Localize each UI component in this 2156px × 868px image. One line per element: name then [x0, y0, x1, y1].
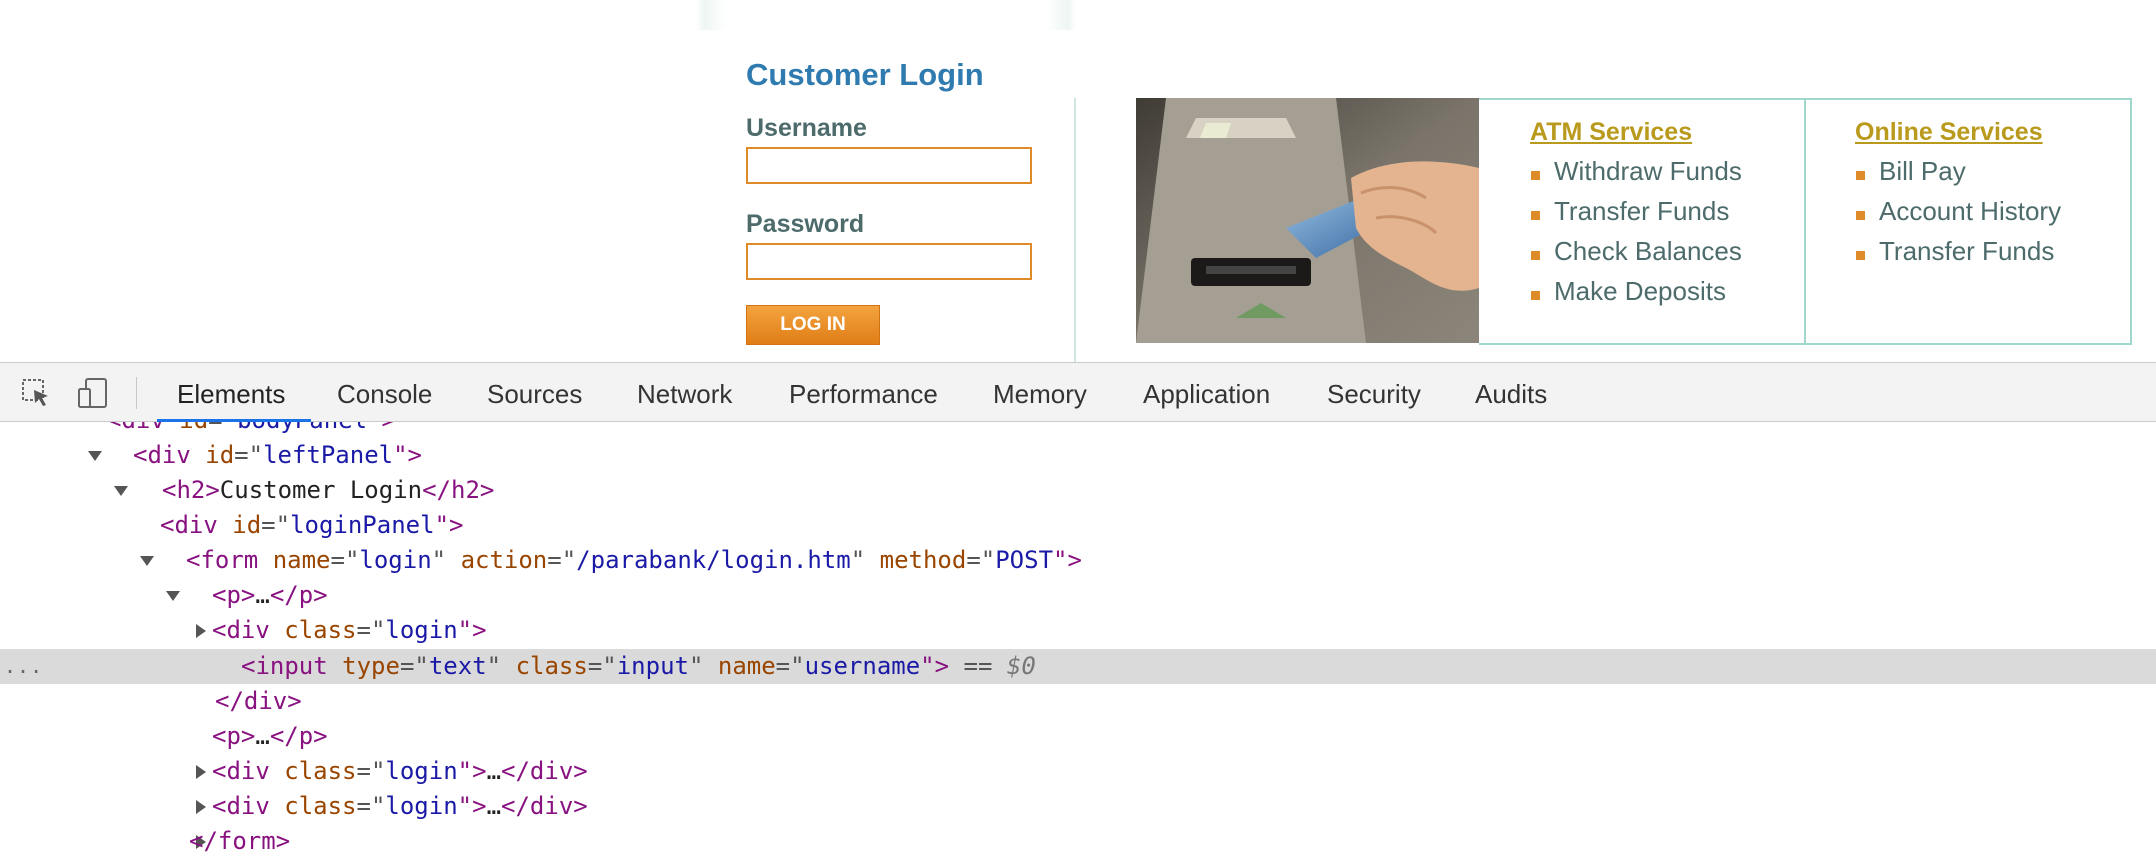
- online-bill-pay-link[interactable]: Bill Pay: [1879, 156, 1966, 187]
- bullet-icon: [1856, 211, 1865, 220]
- online-account-history-link[interactable]: Account History: [1879, 196, 2061, 227]
- bullet-icon: [1531, 171, 1540, 180]
- devtools-tabbar: Elements Console Sources Network Perform…: [0, 362, 2156, 422]
- inspect-element-icon[interactable]: [20, 377, 52, 414]
- dom-node-p-collapsed[interactable]: <p>…</p>: [0, 578, 2156, 638]
- atm-card-image: [1136, 98, 1479, 343]
- bullet-icon: [1856, 251, 1865, 260]
- services-box: ATM Services Withdraw Funds Transfer Fun…: [1479, 98, 2132, 345]
- web-page: Customer Login Username Password LOG IN: [0, 0, 2156, 362]
- more-options-icon[interactable]: ...: [4, 649, 43, 684]
- tab-security[interactable]: Security: [1327, 363, 1421, 421]
- tab-elements[interactable]: Elements: [177, 363, 285, 421]
- dom-node-form[interactable]: <form name="login" action="/parabank/log…: [0, 543, 2156, 601]
- tab-console[interactable]: Console: [337, 363, 432, 421]
- tab-application[interactable]: Application: [1143, 363, 1270, 421]
- bullet-icon: [1531, 251, 1540, 260]
- dom-node-div-login[interactable]: <div class="login">: [0, 613, 2156, 671]
- dom-node-div-close[interactable]: </div>: [0, 684, 2156, 719]
- online-services-link[interactable]: Online Services: [1855, 118, 2043, 147]
- dom-node-bodypanel[interactable]: <div id="bodyPanel">: [0, 422, 2156, 461]
- toolbar-separator: [136, 377, 137, 409]
- dom-tree: <div id="bodyPanel"> <div id="leftPanel"…: [0, 422, 2156, 868]
- online-services-column: Online Services Bill Pay Account History…: [1804, 100, 2130, 343]
- bullet-icon: [1856, 171, 1865, 180]
- header-shadow: [696, 0, 1076, 30]
- device-toolbar-icon[interactable]: [76, 377, 110, 414]
- panel-divider: [1074, 98, 1076, 362]
- atm-services-column: ATM Services Withdraw Funds Transfer Fun…: [1479, 100, 1805, 343]
- atm-services-link[interactable]: ATM Services: [1530, 118, 1692, 147]
- atm-make-deposits-link[interactable]: Make Deposits: [1554, 276, 1726, 307]
- dom-node-h2[interactable]: <h2>Customer Login</h2>: [0, 473, 2156, 508]
- dom-node-form-close[interactable]: </form>: [0, 824, 2156, 859]
- tab-sources[interactable]: Sources: [487, 363, 582, 421]
- dom-node-input-selected[interactable]: ... <input type="text" class="input" nam…: [0, 649, 2156, 684]
- dom-node-div-login-collapsed[interactable]: <div class="login">…</div>: [0, 789, 2156, 849]
- devtools-panel: Elements Console Sources Network Perform…: [0, 362, 2156, 868]
- login-button[interactable]: LOG IN: [746, 305, 880, 345]
- login-title: Customer Login: [746, 57, 984, 92]
- bullet-icon: [1531, 291, 1540, 300]
- atm-check-balances-link[interactable]: Check Balances: [1554, 236, 1742, 267]
- dom-node-leftpanel[interactable]: <div id="leftPanel">: [0, 438, 2156, 496]
- atm-withdraw-funds-link[interactable]: Withdraw Funds: [1554, 156, 1742, 187]
- password-label: Password: [746, 210, 865, 238]
- bullet-icon: [1531, 211, 1540, 220]
- tab-audits[interactable]: Audits: [1475, 363, 1547, 421]
- dom-node-div-login-collapsed[interactable]: <div class="login">…</div>: [0, 754, 2156, 814]
- password-input[interactable]: [746, 243, 1032, 280]
- atm-transfer-funds-link[interactable]: Transfer Funds: [1554, 196, 1729, 227]
- username-label: Username: [746, 114, 867, 142]
- tab-performance[interactable]: Performance: [789, 363, 938, 421]
- dom-node-p-collapsed[interactable]: <p>…</p>: [0, 719, 2156, 779]
- online-transfer-funds-link[interactable]: Transfer Funds: [1879, 236, 2054, 267]
- username-input[interactable]: [746, 147, 1032, 184]
- tab-network[interactable]: Network: [637, 363, 732, 421]
- tab-memory[interactable]: Memory: [993, 363, 1087, 421]
- dom-node-loginpanel[interactable]: <div id="loginPanel">: [0, 508, 2156, 566]
